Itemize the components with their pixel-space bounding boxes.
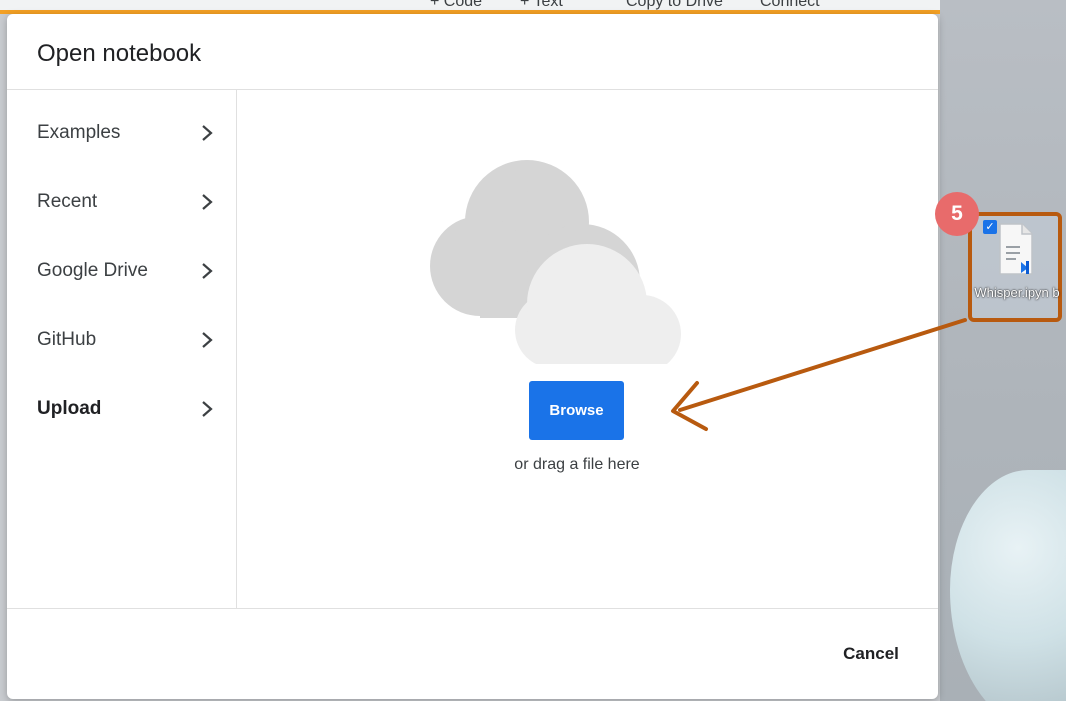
drag-arrow-annotation — [671, 318, 967, 431]
